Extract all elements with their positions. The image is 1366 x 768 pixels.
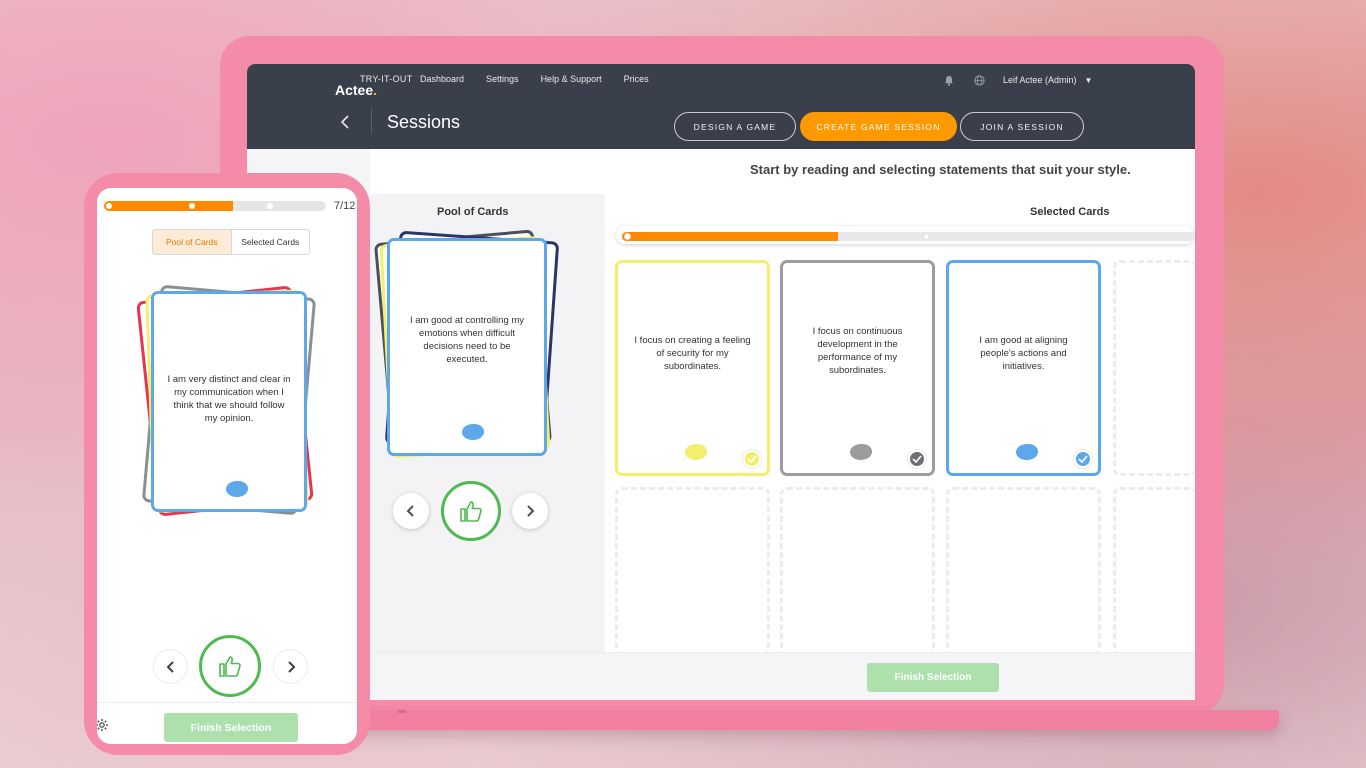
laptop-base [300, 710, 1279, 730]
nav-prices[interactable]: Prices [624, 74, 649, 84]
thumbs-up-icon [219, 656, 241, 677]
nav-help-support[interactable]: Help & Support [541, 74, 602, 84]
mobile-card-text: I am very distinct and clear in my commu… [167, 373, 291, 424]
checkmark-icon[interactable] [1074, 450, 1092, 468]
brand-name: Actee. [335, 82, 378, 98]
selected-card-1[interactable]: I focus on creating a feeling of securit… [615, 260, 770, 476]
chevron-right-icon [527, 505, 535, 517]
chevron-down-icon[interactable]: ▼ [1085, 76, 1093, 85]
pool-of-cards-label: Pool of Cards [437, 206, 509, 218]
chevron-left-icon [406, 505, 414, 517]
mobile-next-card-button[interactable] [273, 649, 308, 684]
mobile-finish-selection-button[interactable]: Finish Selection [164, 713, 298, 742]
mobile-progress-fill [104, 201, 233, 211]
like-card-button[interactable] [441, 481, 501, 541]
laptop-notch [398, 710, 406, 713]
bell-icon[interactable] [943, 74, 955, 86]
phone-screen: 7/12 Pool of Cards Selected Cards I am v… [97, 188, 357, 744]
selection-progress-bar [616, 226, 1194, 244]
card-counter: 7/12 [334, 200, 356, 212]
chevron-left-icon [166, 660, 174, 673]
empty-card-slot [780, 487, 935, 653]
card-blob-icon [685, 444, 707, 460]
user-area: Leif Actee (Admin) ▼ [943, 74, 1092, 86]
laptop-footer [370, 652, 1195, 700]
empty-card-slot [1113, 260, 1195, 476]
header-divider [371, 108, 372, 134]
thumbs-up-icon [460, 501, 482, 522]
next-card-button[interactable] [512, 493, 548, 529]
selected-card-1-text: I focus on creating a feeling of securit… [634, 334, 751, 372]
mobile-like-card-button[interactable] [199, 635, 261, 697]
create-game-session-button[interactable]: CREATE GAME SESSION [800, 112, 957, 141]
empty-card-slot [615, 487, 770, 653]
design-game-button[interactable]: DESIGN A GAME [674, 112, 796, 141]
mobile-footer: Finish Selection [97, 702, 357, 744]
selection-progress-fill [622, 232, 839, 241]
finish-selection-button[interactable]: Finish Selection [867, 663, 999, 692]
pool-card-text: I am good at controlling my emotions whe… [409, 315, 525, 365]
instructions-text: Start by reading and selecting statement… [750, 162, 1131, 177]
nav-settings[interactable]: Settings [486, 74, 519, 84]
empty-card-slot [1113, 487, 1195, 653]
checkmark-icon[interactable] [908, 450, 926, 468]
card-blob-icon [226, 481, 248, 497]
mobile-progress-bar [104, 201, 326, 211]
gear-icon[interactable] [97, 718, 109, 737]
join-session-button[interactable]: JOIN A SESSION [960, 112, 1084, 141]
nav-dashboard[interactable]: Dashboard [420, 74, 464, 84]
selected-cards-label: Selected Cards [1030, 206, 1110, 218]
top-navigation-bar: TRY-IT-OUT Actee. Dashboard Settings Hel… [247, 64, 1195, 149]
chevron-right-icon [287, 660, 295, 673]
mobile-tabs: Pool of Cards Selected Cards [152, 229, 310, 255]
back-arrow-icon[interactable] [339, 112, 353, 132]
card-blob-icon [462, 424, 484, 440]
card-blob-icon [850, 444, 872, 460]
empty-card-slot [946, 487, 1101, 653]
previous-card-button[interactable] [393, 493, 429, 529]
selected-card-3[interactable]: I am good at aligning people's actions a… [946, 260, 1101, 476]
checkmark-icon[interactable] [743, 450, 761, 468]
mobile-top-card[interactable]: I am very distinct and clear in my commu… [151, 291, 307, 512]
pool-top-card[interactable]: I am good at controlling my emotions whe… [387, 238, 547, 456]
user-name[interactable]: Leif Actee (Admin) [1003, 75, 1077, 85]
globe-icon[interactable] [973, 74, 985, 86]
selected-card-2-text: I focus on continuous development in the… [812, 326, 903, 376]
selected-card-3-text: I am good at aligning people's actions a… [979, 334, 1068, 372]
card-blob-icon [1016, 444, 1038, 460]
tab-pool-of-cards[interactable]: Pool of Cards [153, 230, 232, 254]
selected-card-2[interactable]: I focus on continuous development in the… [780, 260, 935, 476]
tab-selected-cards[interactable]: Selected Cards [232, 230, 310, 254]
mobile-previous-card-button[interactable] [153, 649, 188, 684]
main-nav: Dashboard Settings Help & Support Prices [420, 74, 671, 84]
page-title: Sessions [387, 112, 461, 132]
